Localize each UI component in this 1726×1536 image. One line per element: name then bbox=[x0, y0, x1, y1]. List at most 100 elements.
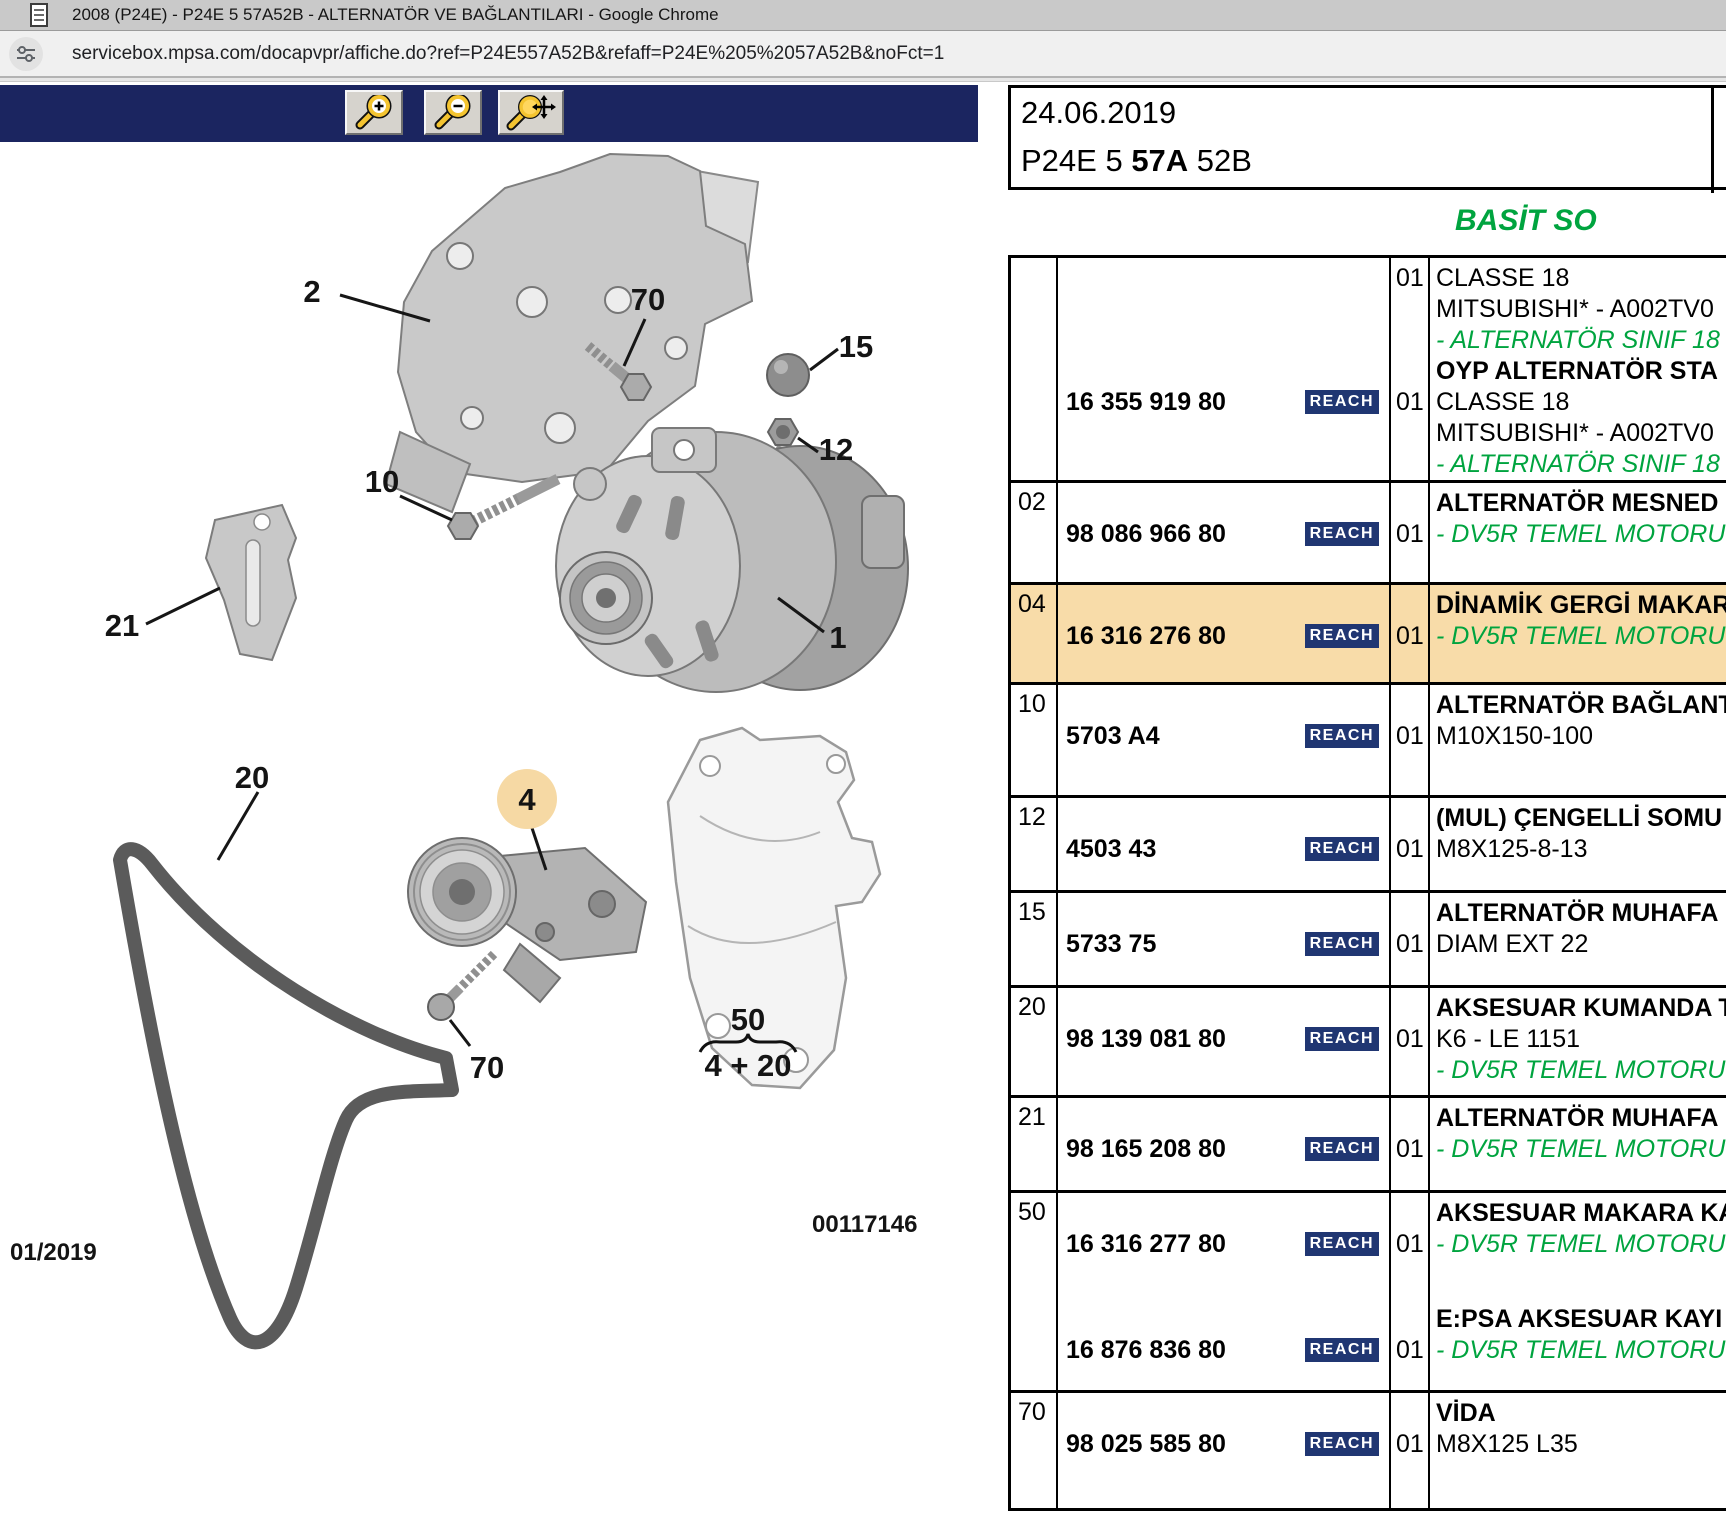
tensioner-4-drawing bbox=[408, 838, 646, 1002]
description-line: - DV5R TEMEL MOTORU bbox=[1430, 1134, 1726, 1165]
quantity: 01 bbox=[1391, 1398, 1428, 1460]
quantity: 01 bbox=[1391, 898, 1428, 960]
part-number: 98 139 081 80 bbox=[1058, 1025, 1226, 1053]
reach-badge[interactable]: REACH bbox=[1305, 1027, 1379, 1051]
reach-badge[interactable]: REACH bbox=[1305, 724, 1379, 748]
quantity: 01 bbox=[1391, 1198, 1428, 1260]
description-line: - ALTERNATÖR SINIF 18 bbox=[1430, 325, 1726, 356]
description-line: E:PSA AKSESUAR KAYI bbox=[1430, 1304, 1726, 1335]
catalog-date: 24.06.2019 bbox=[1021, 95, 1176, 131]
page-reference: P24E 5 57A 52B bbox=[1021, 143, 1252, 179]
group-note-top: 50 bbox=[731, 1002, 765, 1037]
description-line: ALTERNATÖR MUHAFA bbox=[1430, 898, 1726, 929]
description-line: - DV5R TEMEL MOTORU bbox=[1430, 1055, 1726, 1086]
bolt-10-drawing bbox=[448, 479, 558, 539]
quantity: 01 bbox=[1391, 263, 1428, 294]
description-line: - DV5R TEMEL MOTORU bbox=[1430, 1229, 1726, 1260]
site-settings-button[interactable] bbox=[9, 37, 43, 71]
description-line: M8X125 L35 bbox=[1430, 1429, 1726, 1460]
reach-badge[interactable]: REACH bbox=[1305, 624, 1379, 648]
part-number: 98 025 585 80 bbox=[1058, 1430, 1226, 1458]
description-line: MITSUBISHI* - A002TV0 bbox=[1430, 418, 1726, 449]
url-bar[interactable]: servicebox.mpsa.com/docapvpr/affiche.do?… bbox=[0, 31, 1726, 76]
drawing-number: 00117146 bbox=[812, 1211, 917, 1238]
item-number: 70 bbox=[1011, 1393, 1056, 1427]
callout-70-top[interactable]: 70 bbox=[631, 282, 665, 317]
part-number: 5703 A4 bbox=[1058, 722, 1160, 750]
quantity: 01 bbox=[1391, 803, 1428, 865]
callout-1[interactable]: 1 bbox=[829, 620, 846, 655]
item-number bbox=[1011, 258, 1056, 263]
callout-10[interactable]: 10 bbox=[365, 464, 399, 499]
description-line: M8X125-8-13 bbox=[1430, 834, 1726, 865]
callout-4[interactable]: 4 bbox=[518, 782, 536, 817]
family-label: BASİT SO bbox=[1455, 204, 1597, 238]
callout-21[interactable]: 21 bbox=[105, 608, 139, 643]
reach-badge[interactable]: REACH bbox=[1305, 1338, 1379, 1362]
description-line: M10X150-100 bbox=[1430, 721, 1726, 752]
callout-20[interactable]: 20 bbox=[235, 760, 269, 795]
description-line: AKSESUAR KUMANDA T bbox=[1430, 993, 1726, 1024]
description-line: - DV5R TEMEL MOTORU bbox=[1430, 1335, 1726, 1366]
parts-table-row[interactable]: 155733 75REACH01ALTERNATÖR MUHAFADIAM EX… bbox=[1011, 893, 1726, 988]
description-line: ALTERNATÖR MUHAFA bbox=[1430, 1103, 1726, 1134]
reach-badge[interactable]: REACH bbox=[1305, 1137, 1379, 1161]
part-number bbox=[1058, 264, 1066, 292]
quantity: 01 bbox=[1391, 1304, 1428, 1366]
description-line: CLASSE 18 bbox=[1430, 387, 1726, 418]
description-line: MITSUBISHI* - A002TV0 bbox=[1430, 294, 1726, 325]
window-title-bar: 2008 (P24E) - P24E 5 57A52B - ALTERNATÖR… bbox=[0, 0, 1726, 31]
reach-badge[interactable]: REACH bbox=[1305, 837, 1379, 861]
item-number: 12 bbox=[1011, 798, 1056, 832]
callout-2[interactable]: 2 bbox=[303, 274, 320, 309]
description-line: - ALTERNATÖR SINIF 18 bbox=[1430, 449, 1726, 480]
parts-table-row[interactable]: 2098 139 081 80REACH01AKSESUAR KUMANDA T… bbox=[1011, 988, 1726, 1098]
reference-header-box: 24.06.2019 P24E 5 57A 52B bbox=[1008, 85, 1726, 190]
page-url[interactable]: servicebox.mpsa.com/docapvpr/affiche.do?… bbox=[72, 43, 944, 65]
item-number: 21 bbox=[1011, 1098, 1056, 1132]
item-number: 04 bbox=[1011, 585, 1056, 619]
reach-badge[interactable]: REACH bbox=[1305, 1232, 1379, 1256]
belt-20-drawing bbox=[120, 849, 452, 1342]
description-line: AKSESUAR MAKARA KA bbox=[1430, 1198, 1726, 1229]
bracket-21-drawing bbox=[206, 505, 296, 660]
parts-table-row[interactable]: 16 355 919 80REACH0101CLASSE 18MITSUBISH… bbox=[1011, 258, 1726, 483]
reach-badge[interactable]: REACH bbox=[1305, 1432, 1379, 1456]
parts-table: 16 355 919 80REACH0101CLASSE 18MITSUBISH… bbox=[1008, 255, 1726, 1511]
callout-70-bottom[interactable]: 70 bbox=[470, 1050, 504, 1085]
description-line: - DV5R TEMEL MOTORU bbox=[1430, 621, 1726, 652]
tune-icon bbox=[15, 43, 37, 65]
part-number: 98 165 208 80 bbox=[1058, 1135, 1226, 1163]
parts-table-row[interactable]: 2198 165 208 80 REACH 01ALTERNATÖR MUHAFA-… bbox=[1011, 1098, 1726, 1193]
item-number: 20 bbox=[1011, 988, 1056, 1022]
part-number: 16 316 276 80 bbox=[1058, 622, 1226, 650]
parts-table-row[interactable]: 124503 43 REACH 01(MUL) ÇENGELLİ SOMUM8X12… bbox=[1011, 798, 1726, 893]
quantity: 01 bbox=[1391, 690, 1428, 752]
description-line: DIAM EXT 22 bbox=[1430, 929, 1726, 960]
reach-badge[interactable]: REACH bbox=[1305, 932, 1379, 956]
callout-12[interactable]: 12 bbox=[819, 432, 853, 467]
reach-badge[interactable]: REACH bbox=[1305, 522, 1379, 546]
header-divider bbox=[1711, 88, 1714, 193]
description-line: (MUL) ÇENGELLİ SOMU bbox=[1430, 803, 1726, 834]
parts-table-row[interactable]: 0298 086 966 80REACH01ALTERNATÖR MESNED-… bbox=[1011, 483, 1726, 585]
parts-table-row[interactable]: 0416 316 276 80REACH01DİNAMİK GERGİ MAKA… bbox=[1011, 585, 1726, 685]
group-note-bottom: 4 + 20 bbox=[704, 1048, 791, 1083]
callout-15[interactable]: 15 bbox=[839, 329, 873, 364]
description-line: VİDA bbox=[1430, 1398, 1726, 1429]
item-number: 10 bbox=[1011, 685, 1056, 719]
part-number: 4503 43 bbox=[1058, 835, 1156, 863]
parts-table-row[interactable]: 5016 316 277 80REACH16 876 836 80REACH01… bbox=[1011, 1193, 1726, 1393]
parts-table-row[interactable]: 105703 A4 REACH 01ALTERNATÖR BAĞLANTM10X15… bbox=[1011, 685, 1726, 798]
description-line: CLASSE 18 bbox=[1430, 263, 1726, 294]
mount-bracket-drawing bbox=[668, 728, 880, 1088]
ball-15-drawing bbox=[767, 354, 809, 396]
parts-table-row[interactable]: 7098 025 585 80 REACH 01VİDAM8X125 L35 bbox=[1011, 1393, 1726, 1511]
reach-badge[interactable]: REACH bbox=[1305, 390, 1379, 414]
quantity: 01 bbox=[1391, 1103, 1428, 1165]
description-line: - DV5R TEMEL MOTORU bbox=[1430, 519, 1726, 550]
part-number: 16 355 919 80 bbox=[1058, 388, 1226, 416]
description-line: ALTERNATÖR BAĞLANT bbox=[1430, 690, 1726, 721]
quantity: 01 bbox=[1391, 488, 1428, 550]
part-number: 5733 75 bbox=[1058, 930, 1156, 958]
